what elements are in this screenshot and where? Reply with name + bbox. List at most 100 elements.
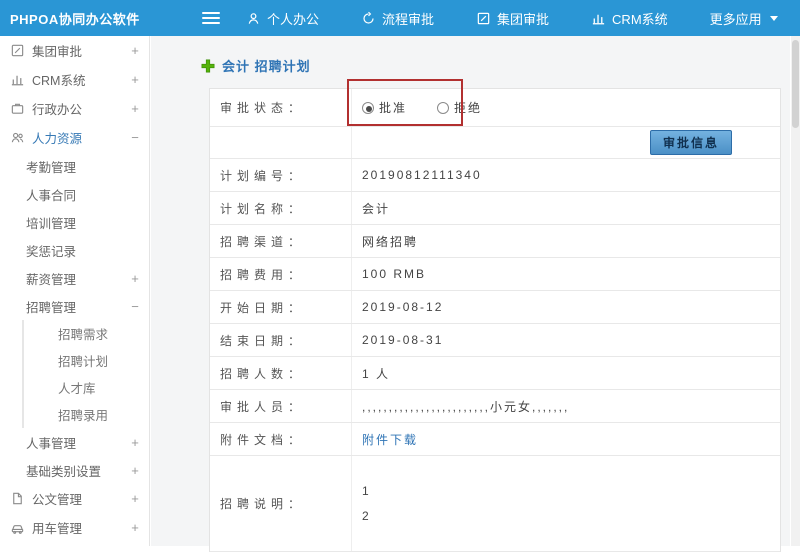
- table-row-attachment: 附件文档： 附件下载: [210, 423, 780, 456]
- sidebar-item-label: 基础类别设置: [26, 464, 102, 479]
- field-label: 开始日期：: [210, 291, 352, 323]
- main-content: 会计 招聘计划 审批状态： 批准 拒绝 审批信息 计划编号： 201908121…: [151, 36, 790, 552]
- sidebar-item-recruit-mgmt[interactable]: 招聘管理 −: [0, 292, 149, 320]
- nav-label: 个人办公: [267, 11, 320, 27]
- sidebar-item-training[interactable]: 培训管理: [0, 208, 149, 236]
- expand-icon[interactable]: +: [129, 491, 141, 506]
- field-value: 2019-08-12: [362, 300, 444, 314]
- radio-reject[interactable]: 拒绝: [437, 99, 482, 116]
- sidebar-item-document-mgmt[interactable]: 公文管理 +: [0, 484, 149, 513]
- radio-approve[interactable]: 批准: [362, 99, 407, 116]
- sidebar-item-hr[interactable]: 人力资源 −: [0, 123, 149, 152]
- radio-icon[interactable]: [362, 101, 374, 114]
- field-label: 结束日期：: [210, 324, 352, 356]
- sidebar-item-hr-contract[interactable]: 人事合同: [0, 180, 149, 208]
- sidebar-item-admin-office[interactable]: 行政办公 +: [0, 94, 149, 123]
- field-value: 100 RMB: [362, 267, 427, 281]
- attachment-download-link[interactable]: 附件下载: [362, 431, 418, 448]
- field-value: 网络招聘: [362, 234, 419, 249]
- sidebar-item-group-approval[interactable]: 集团审批 +: [0, 36, 149, 65]
- sidebar-item-recruit-plan[interactable]: 招聘计划: [22, 347, 149, 374]
- expand-icon[interactable]: +: [129, 271, 141, 286]
- field-value: ,,,,,,,,,,,,,,,,,,,,,,,,小元女,,,,,,,: [362, 399, 570, 414]
- field-label: 计划编号：: [210, 159, 352, 191]
- field-value: 会计: [362, 201, 391, 216]
- expand-icon[interactable]: +: [129, 43, 141, 58]
- nav-label: 集团审批: [497, 11, 550, 27]
- sidebar-item-recruit-hire[interactable]: 招聘录用: [22, 401, 149, 428]
- sidebar-item-label: 行政办公: [32, 103, 83, 117]
- sidebar-item-label: 人才库: [58, 382, 96, 396]
- nav-label: 流程审批: [382, 11, 435, 27]
- approve-info-button[interactable]: 审批信息: [649, 130, 732, 155]
- expand-icon[interactable]: +: [129, 72, 141, 87]
- sidebar-item-label: 奖惩记录: [26, 244, 77, 259]
- person-icon: [246, 11, 261, 26]
- menu-icon[interactable]: [202, 9, 220, 27]
- collapse-icon[interactable]: −: [129, 130, 141, 145]
- radio-label: 拒绝: [454, 101, 483, 115]
- expand-icon[interactable]: +: [129, 463, 141, 478]
- table-row-plan-name: 计划名称： 会计: [210, 192, 780, 225]
- field-value: 1 人: [362, 366, 391, 381]
- nav-label: 更多应用: [709, 11, 762, 27]
- field-label: 招聘说明：: [210, 456, 352, 551]
- sidebar-item-rewards[interactable]: 奖惩记录: [0, 236, 149, 264]
- car-icon: [10, 520, 25, 535]
- table-row-recruit-cost: 招聘费用： 100 RMB: [210, 258, 780, 291]
- sidebar-item-attendance[interactable]: 考勤管理: [0, 152, 149, 180]
- nav-crm-system[interactable]: CRM系统: [591, 9, 668, 28]
- table-row-approve-button: 审批信息: [210, 127, 780, 159]
- sidebar-item-label: 招聘录用: [58, 409, 109, 423]
- sidebar-item-label: 招聘需求: [58, 328, 109, 342]
- sidebar-item-talent-pool[interactable]: 人才库: [22, 374, 149, 401]
- radio-label: 批准: [379, 101, 408, 115]
- topbar: PHPOA协同办公软件 个人办公 流程审批 集团审批 CRM系统 更多应用: [0, 0, 800, 36]
- nav-process-approval[interactable]: 流程审批: [361, 9, 434, 28]
- app-logo: PHPOA协同办公软件: [10, 11, 140, 27]
- sidebar-item-label: 考勤管理: [26, 160, 77, 175]
- sidebar-item-label: 招聘管理: [26, 300, 77, 315]
- expand-icon[interactable]: +: [129, 435, 141, 450]
- field-label: 招聘渠道：: [210, 225, 352, 257]
- table-row-start-date: 开始日期： 2019-08-12: [210, 291, 780, 324]
- vertical-scrollbar[interactable]: [791, 36, 800, 546]
- radio-icon[interactable]: [437, 101, 450, 114]
- field-value: 2019-08-31: [362, 333, 444, 347]
- top-navigation: 个人办公 流程审批 集团审批 CRM系统 更多应用: [246, 9, 778, 28]
- caret-down-icon: [769, 15, 778, 21]
- expand-icon[interactable]: +: [129, 101, 141, 116]
- collapse-icon[interactable]: −: [129, 299, 141, 314]
- nav-more-apps[interactable]: 更多应用: [710, 9, 778, 28]
- table-row-plan-number: 计划编号： 20190812111340: [210, 159, 780, 192]
- sidebar-item-base-category[interactable]: 基础类别设置 +: [0, 456, 149, 484]
- sidebar-item-salary[interactable]: 薪资管理 +: [0, 264, 149, 292]
- briefcase-icon: [10, 101, 25, 116]
- table-row-recruit-channel: 招聘渠道： 网络招聘: [210, 225, 780, 258]
- document-icon: [10, 491, 25, 506]
- approval-radios: 批准 拒绝: [352, 89, 780, 126]
- description-line: 1: [362, 483, 371, 498]
- process-icon: [361, 11, 376, 26]
- sidebar-item-recruit-need[interactable]: 招聘需求: [22, 320, 149, 347]
- table-row-approvers: 审批人员： ,,,,,,,,,,,,,,,,,,,,,,,,小元女,,,,,,,: [210, 390, 780, 423]
- expand-icon[interactable]: +: [129, 520, 141, 535]
- field-value: 1 2: [352, 456, 780, 551]
- field-value: 20190812111340: [362, 168, 482, 182]
- nav-personal-office[interactable]: 个人办公: [246, 9, 319, 28]
- sidebar-item-vehicle-mgmt[interactable]: 用车管理 +: [0, 513, 149, 542]
- edit-icon: [476, 11, 491, 26]
- field-label: 计划名称：: [210, 192, 352, 224]
- nav-group-approval[interactable]: 集团审批: [476, 9, 549, 28]
- sidebar-item-crm[interactable]: CRM系统 +: [0, 65, 149, 94]
- edit-icon: [10, 43, 25, 58]
- page-title-text: 会计 招聘计划: [222, 59, 311, 74]
- sidebar-item-label: 培训管理: [26, 216, 77, 231]
- sidebar-item-label: 薪资管理: [26, 272, 77, 287]
- sidebar-item-label: 用车管理: [32, 522, 83, 536]
- sidebar-item-personnel-mgmt[interactable]: 人事管理 +: [0, 428, 149, 456]
- nav-label: CRM系统: [612, 11, 668, 27]
- scrollbar-thumb[interactable]: [792, 40, 799, 128]
- table-row-description: 招聘说明： 1 2: [210, 456, 780, 552]
- description-line: 2: [362, 508, 371, 523]
